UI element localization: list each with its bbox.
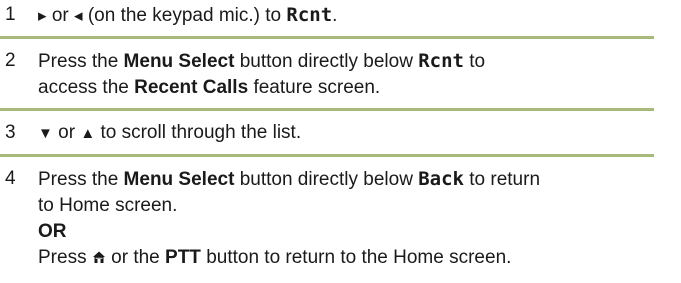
step-2-text: Press the Menu Select button directly be… [38, 48, 485, 101]
step-number: 2 [5, 50, 16, 71]
step-text: button directly below [239, 51, 413, 72]
divider [0, 108, 654, 111]
softkey-label: Rcnt [418, 50, 464, 72]
step-text: button directly below [239, 169, 413, 190]
step-3-text: ▼ or ▲ to scroll through the list. [38, 120, 301, 147]
step-text: . [332, 5, 338, 26]
or-label: OR [38, 221, 67, 242]
button-label: Menu Select [123, 169, 235, 190]
step-text: feature screen. [253, 77, 381, 98]
step-text: to [469, 51, 486, 72]
step-text: or [58, 122, 76, 143]
up-arrow-icon: ▲ [80, 125, 96, 142]
left-arrow-icon: ◂ [74, 6, 83, 25]
step-number: 4 [5, 168, 16, 189]
step-text: Press the [38, 51, 119, 72]
step-text: or the [111, 247, 160, 268]
step-4-text: Press the Menu Select button directly be… [38, 166, 540, 271]
step-text: or [51, 5, 69, 26]
step-text: Press the [38, 169, 119, 190]
step-text: access the [38, 77, 129, 98]
step-text: Press [38, 247, 87, 268]
right-arrow-icon: ▸ [38, 6, 47, 25]
step-text: button to return to the Home screen. [206, 247, 512, 268]
divider [0, 154, 654, 157]
softkey-label: Rcnt [286, 4, 333, 26]
step-text: to return [469, 169, 541, 190]
feature-label: Recent Calls [134, 77, 249, 98]
down-arrow-icon: ▼ [38, 125, 53, 142]
ptt-label: PTT [165, 247, 201, 268]
step-text: to scroll through the list. [100, 122, 302, 143]
step-text: to Home screen. [38, 195, 178, 216]
home-icon [92, 251, 105, 263]
step-number: 1 [5, 4, 16, 25]
divider [0, 36, 654, 39]
softkey-label: Back [418, 168, 464, 190]
step-number: 3 [5, 122, 16, 143]
step-1-text: ▸ or ◂ (on the keypad mic.) to Rcnt. [38, 2, 337, 29]
step-text: (on the keypad mic.) to [87, 5, 282, 26]
button-label: Menu Select [123, 51, 235, 72]
